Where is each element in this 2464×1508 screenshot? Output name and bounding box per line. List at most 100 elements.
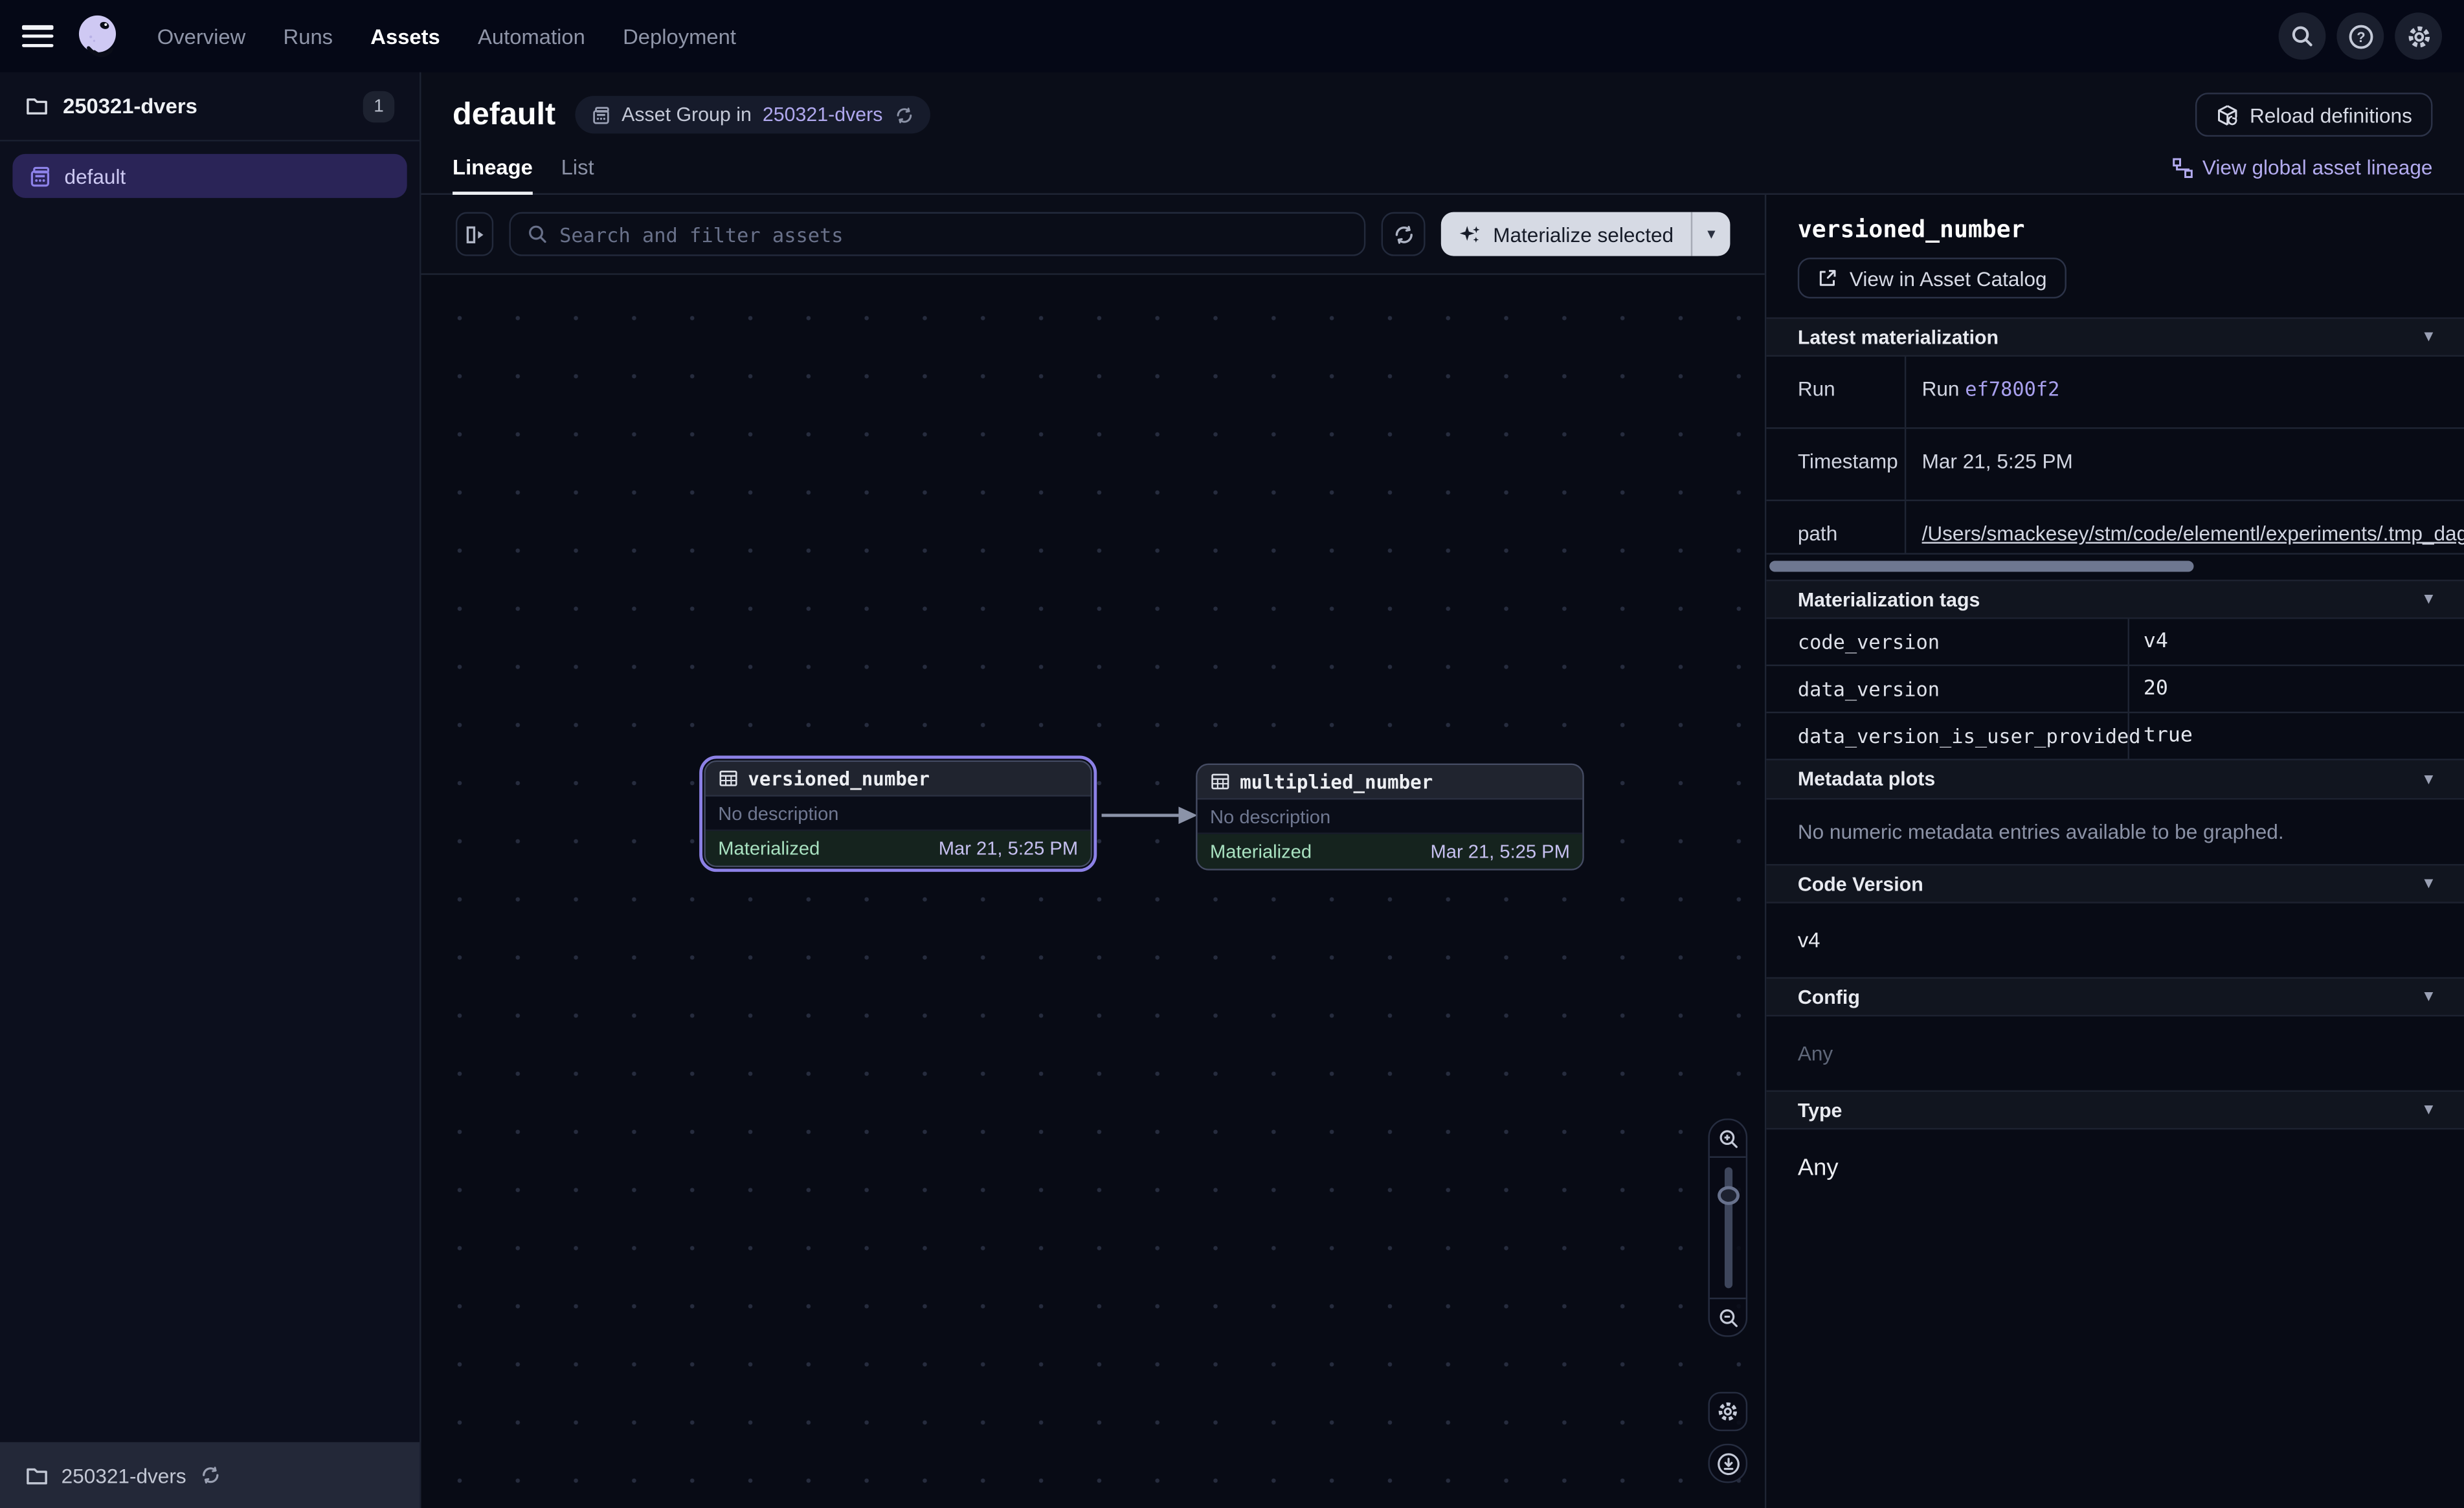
section-type[interactable]: Type ▾ xyxy=(1766,1091,2464,1130)
asset-search xyxy=(509,212,1365,256)
sidebar-item-label: default xyxy=(65,164,126,188)
tab-list[interactable]: List xyxy=(561,155,594,193)
tabs: Lineage List View global asset lineage xyxy=(421,155,2464,193)
view-global-asset-lineage-label: View global asset lineage xyxy=(2202,155,2433,179)
asset-status-row: Materialized Mar 21, 5:25 PM xyxy=(1198,834,1583,869)
chevron-down-icon: ▾ xyxy=(2425,328,2432,346)
tag-value: 20 xyxy=(2129,677,2464,700)
materialized-status: Materialized xyxy=(718,837,820,859)
nav-item-assets[interactable]: Assets xyxy=(370,25,440,48)
type-value: Any xyxy=(1766,1129,2464,1210)
materialized-status: Materialized xyxy=(1210,841,1312,863)
zoom-out-button[interactable] xyxy=(1710,1298,1746,1335)
nav-item-automation[interactable]: Automation xyxy=(478,25,585,48)
nav-item-overview[interactable]: Overview xyxy=(157,25,246,48)
top-nav: Overview Runs Assets Automation Deployme… xyxy=(0,0,2464,72)
zoom-slider[interactable] xyxy=(1710,1158,1746,1298)
sidebar-item-default-group[interactable]: default xyxy=(12,154,407,198)
sidebar: 250321-dvers 1 default 250321-dvers xyxy=(0,72,421,1508)
path-link[interactable]: /Users/smackesey/stm/code/elementl/exper… xyxy=(1922,522,2464,545)
asset-group-icon xyxy=(590,104,611,125)
reload-definitions-button[interactable]: Reload definitions xyxy=(2195,93,2432,137)
nav-item-deployment[interactable]: Deployment xyxy=(623,25,736,48)
asset-node-versioned_number[interactable]: versioned_number No description Material… xyxy=(704,760,1092,867)
asset-group-badge: Asset Group in 250321-dvers xyxy=(574,96,930,133)
octopus-logo-icon xyxy=(73,11,123,61)
table-row-timestamp: Timestamp Mar 21, 5:25 PM xyxy=(1766,429,2464,502)
dagster-logo[interactable] xyxy=(73,11,123,61)
sparkle-icon xyxy=(1459,222,1482,245)
tag-row: code_version v4 xyxy=(1766,619,2464,666)
zoom-slider-thumb[interactable] xyxy=(1717,1186,1739,1205)
section-materialization-tags[interactable]: Materialization tags ▾ xyxy=(1766,580,2464,619)
section-title: Metadata plots xyxy=(1798,768,1935,790)
materialize-dropdown-button[interactable]: ▾ xyxy=(1691,212,1730,256)
table-row-run: Run Run ef7800f2 xyxy=(1766,357,2464,429)
page-header: default Asset Group in 250321-dvers xyxy=(421,72,2464,195)
zoom-controls xyxy=(1708,1118,1747,1336)
refresh-icon[interactable] xyxy=(893,104,914,125)
row-value: Run ef7800f2 xyxy=(1906,357,2464,427)
table-icon xyxy=(718,768,739,789)
horizontal-scrollbar[interactable] xyxy=(1769,561,2193,572)
search-icon xyxy=(526,223,548,245)
chevron-down-icon: ▾ xyxy=(2425,591,2432,608)
tab-lineage[interactable]: Lineage xyxy=(453,155,533,193)
sidebar-footer: 250321-dvers xyxy=(0,1442,420,1508)
row-label: Run xyxy=(1766,357,1906,427)
help-icon: ? xyxy=(2347,23,2373,49)
row-label: Timestamp xyxy=(1766,429,1906,500)
search-input[interactable] xyxy=(559,222,1349,245)
row-value: /Users/smackesey/stm/code/elementl/exper… xyxy=(1906,501,2464,553)
topnav-actions: ? xyxy=(2279,12,2442,60)
lineage-canvas[interactable]: versioned_number No description Material… xyxy=(421,275,1765,1508)
lineage-canvas-column: Materialize selected ▾ versi xyxy=(421,195,1765,1508)
section-metadata-plots[interactable]: Metadata plots ▾ xyxy=(1766,760,2464,800)
section-config[interactable]: Config ▾ xyxy=(1766,977,2464,1017)
zoom-in-button[interactable] xyxy=(1710,1120,1746,1158)
download-graph-button[interactable] xyxy=(1708,1444,1747,1483)
lineage-graph-icon xyxy=(2171,157,2193,179)
refresh-icon[interactable] xyxy=(199,1464,221,1486)
refresh-graph-button[interactable] xyxy=(1382,212,1426,256)
chevron-down-icon: ▾ xyxy=(2425,875,2432,893)
run-id-link[interactable]: ef7800f2 xyxy=(1965,377,2059,401)
graph-settings-button[interactable] xyxy=(1708,1392,1747,1432)
tag-value: v4 xyxy=(2129,630,2464,653)
page-title: default xyxy=(453,96,555,133)
view-in-asset-catalog-button[interactable]: View in Asset Catalog xyxy=(1798,258,2066,298)
panel-asset-title: versioned_number xyxy=(1766,195,2464,243)
reload-cube-icon xyxy=(2215,103,2239,126)
external-link-icon xyxy=(1817,267,1839,289)
section-latest-materialization[interactable]: Latest materialization ▾ xyxy=(1766,317,2464,357)
view-in-asset-catalog-label: View in Asset Catalog xyxy=(1850,266,2047,289)
sidebar-repo-row[interactable]: 250321-dvers 1 xyxy=(0,72,420,142)
asset-name: versioned_number xyxy=(748,768,930,790)
asset-node-multiplied_number[interactable]: multiplied_number No description Materia… xyxy=(1196,764,1584,870)
hamburger-menu-icon[interactable] xyxy=(22,25,54,47)
asset-name: multiplied_number xyxy=(1240,771,1433,793)
view-global-asset-lineage-link[interactable]: View global asset lineage xyxy=(2171,155,2432,193)
code-version-value: v4 xyxy=(1766,904,2464,977)
run-value-prefix: Run xyxy=(1922,377,1960,401)
app-window: Overview Runs Assets Automation Deployme… xyxy=(0,0,2464,1508)
tag-row: data_version_is_user_provided true xyxy=(1766,713,2464,760)
section-code-version[interactable]: Code Version ▾ xyxy=(1766,864,2464,904)
row-value: Mar 21, 5:25 PM xyxy=(1906,429,2464,500)
nav-item-runs[interactable]: Runs xyxy=(284,25,333,48)
gear-icon xyxy=(1716,1400,1740,1423)
chevron-down-icon: ▾ xyxy=(2425,988,2432,1006)
open-panel-button[interactable] xyxy=(456,212,493,256)
primary-nav: Overview Runs Assets Automation Deployme… xyxy=(157,25,736,48)
section-title: Latest materialization xyxy=(1798,326,1999,348)
asset-description: No description xyxy=(1198,799,1583,834)
canvas-toolbar: Materialize selected ▾ xyxy=(421,195,1765,275)
search-button[interactable] xyxy=(2279,12,2326,60)
help-button[interactable]: ? xyxy=(2336,12,2384,60)
badge-repo-link[interactable]: 250321-dvers xyxy=(763,104,883,126)
table-row-path: path /Users/smackesey/stm/code/elementl/… xyxy=(1766,501,2464,555)
section-title: Config xyxy=(1798,986,1860,1008)
materialize-selected-button[interactable]: Materialize selected ▾ xyxy=(1441,212,1730,256)
section-title: Code Version xyxy=(1798,872,1923,894)
settings-button[interactable] xyxy=(2395,12,2442,60)
